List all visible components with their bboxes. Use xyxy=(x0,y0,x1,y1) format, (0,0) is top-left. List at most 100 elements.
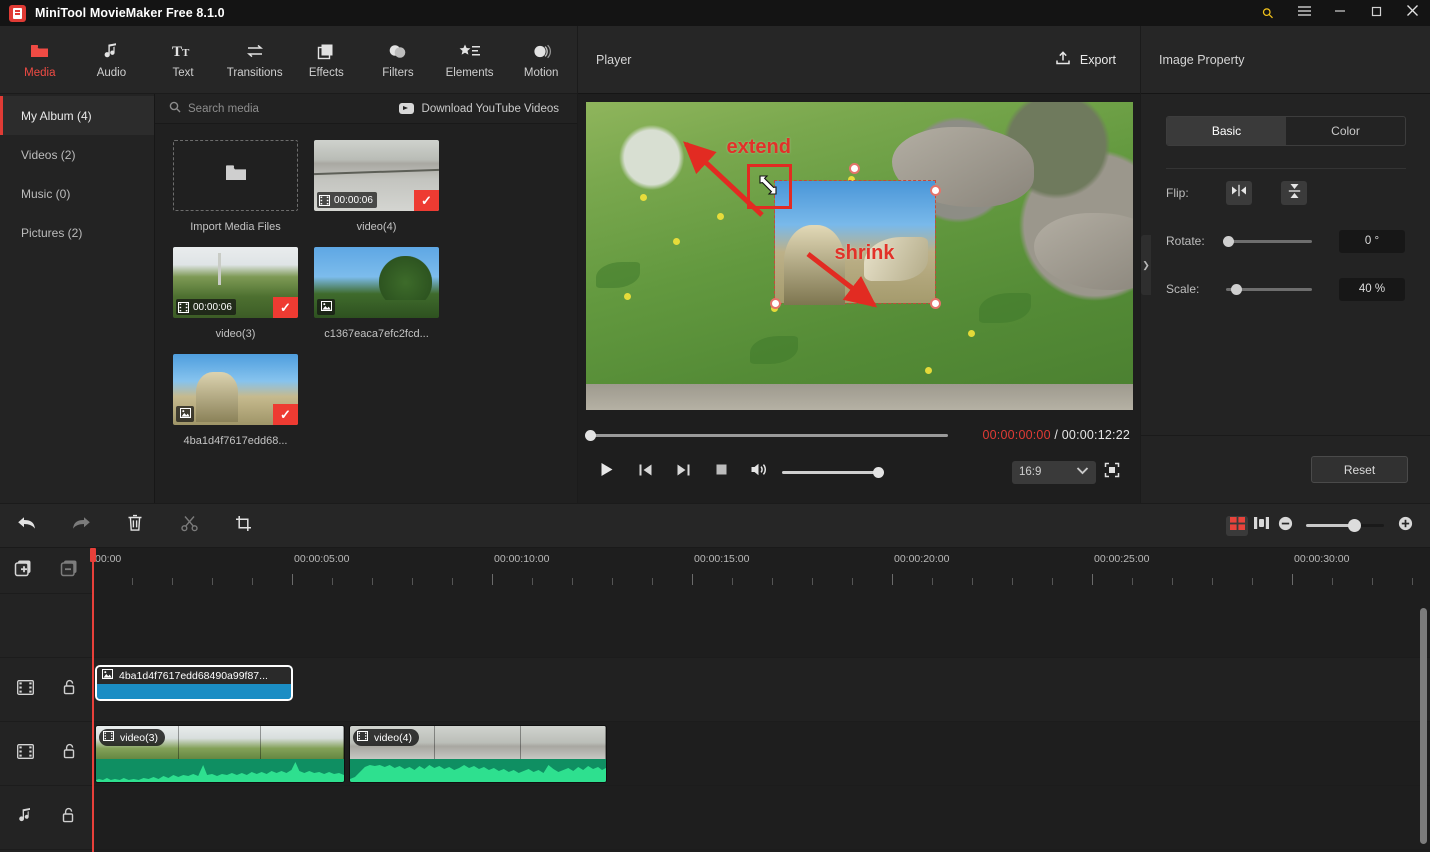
remove-track-icon[interactable] xyxy=(60,559,78,582)
panel-collapse-handle[interactable]: ❯ xyxy=(1141,235,1151,295)
timeline-ruler[interactable]: 00:00 00:00:05:00 00:00:10:00 00:00:15:0… xyxy=(92,548,1430,594)
reset-button[interactable]: Reset xyxy=(1311,456,1408,483)
rotate-slider[interactable] xyxy=(1223,235,1312,247)
volume-slider[interactable] xyxy=(782,466,884,478)
flip-vertical-button[interactable] xyxy=(1281,181,1307,205)
search-media-field[interactable]: Search media xyxy=(155,100,259,118)
unlock-icon[interactable] xyxy=(62,743,76,764)
playhead[interactable] xyxy=(90,548,96,852)
timeline: 00:00 00:00:05:00 00:00:10:00 00:00:15:0… xyxy=(0,548,1430,852)
tab-transitions[interactable]: Transitions xyxy=(219,29,291,91)
track-video[interactable]: video(3) video(4) xyxy=(92,722,1430,786)
scale-value-field[interactable]: 40 % xyxy=(1339,277,1405,301)
license-key-button[interactable]: ⚲ xyxy=(1250,0,1286,26)
undo-button[interactable] xyxy=(0,504,54,548)
decor-stone xyxy=(1034,212,1133,290)
selected-check-icon[interactable]: ✓ xyxy=(273,297,298,318)
tab-audio[interactable]: Audio xyxy=(76,29,148,91)
delete-button[interactable] xyxy=(108,504,162,548)
maximize-button[interactable] xyxy=(1358,0,1394,26)
clip-label-bar: 4ba1d4f7617edd68490a99f87... xyxy=(97,667,291,684)
media-toolbar: Search media Download YouTube Videos xyxy=(155,94,577,124)
zoom-in-button[interactable] xyxy=(1394,516,1416,536)
download-youtube-videos-button[interactable]: Download YouTube Videos xyxy=(398,103,559,115)
zoom-knob[interactable] xyxy=(1348,519,1361,532)
play-button[interactable] xyxy=(588,456,626,488)
main-menu-button[interactable] xyxy=(1286,0,1322,26)
resize-handle-bottom-left[interactable] xyxy=(769,298,781,309)
add-track-icon[interactable] xyxy=(14,559,32,582)
scale-slider[interactable] xyxy=(1226,283,1312,295)
volume-button[interactable] xyxy=(740,456,778,488)
tab-basic[interactable]: Basic xyxy=(1167,117,1286,145)
decor-flower xyxy=(968,329,976,337)
import-media-files-button[interactable] xyxy=(173,140,298,211)
media-category-music[interactable]: Music (0) xyxy=(0,174,154,213)
tab-text[interactable]: TT Text xyxy=(147,29,219,91)
stop-button[interactable] xyxy=(702,456,740,488)
volume-knob[interactable] xyxy=(873,466,884,478)
minimize-button[interactable] xyxy=(1322,0,1358,26)
redo-button[interactable] xyxy=(54,504,108,548)
split-view-button[interactable] xyxy=(1250,516,1272,536)
tab-filters[interactable]: Filters xyxy=(362,29,434,91)
duration-badge: 00:00:06 xyxy=(317,192,377,208)
ruler-major-tick xyxy=(292,574,293,585)
next-frame-button[interactable] xyxy=(664,456,702,488)
tab-color[interactable]: Color xyxy=(1286,117,1405,145)
zoom-out-button[interactable] xyxy=(1274,516,1296,536)
rotate-value-field[interactable]: 0 ° xyxy=(1339,229,1405,253)
crop-button[interactable] xyxy=(216,504,270,548)
unlock-icon[interactable] xyxy=(62,679,76,700)
rotate-row: Rotate: 0 ° xyxy=(1166,217,1405,265)
unlock-icon[interactable] xyxy=(61,807,75,828)
app-title: MiniTool MovieMaker Free 8.1.0 xyxy=(35,6,225,20)
preview-canvas[interactable]: extend shrink xyxy=(585,102,1133,410)
seek-slider[interactable] xyxy=(585,429,948,441)
seek-knob[interactable] xyxy=(585,429,596,441)
duration-text: 00:00:06 xyxy=(334,194,373,206)
media-category-my-album[interactable]: My Album (4) xyxy=(0,96,154,135)
youtube-icon xyxy=(398,103,414,114)
storyboard-toggle-button[interactable] xyxy=(1226,515,1248,536)
aspect-ratio-select[interactable]: 16:9 xyxy=(1012,460,1096,484)
timeline-vertical-scrollbar[interactable] xyxy=(1420,608,1427,844)
ruler-minor-tick xyxy=(1052,578,1053,585)
split-view-icon xyxy=(1253,516,1269,535)
track-audio[interactable] xyxy=(92,786,1430,850)
title-bar: MiniTool MovieMaker Free 8.1.0 ⚲ xyxy=(0,0,1430,26)
effects-icon xyxy=(317,40,335,62)
tab-effects[interactable]: Effects xyxy=(291,29,363,91)
flip-horizontal-button[interactable] xyxy=(1226,181,1252,205)
previous-frame-button[interactable] xyxy=(626,456,664,488)
player-title: Player xyxy=(596,52,632,67)
rotate-knob[interactable] xyxy=(1223,235,1234,247)
resize-handle-top-right[interactable] xyxy=(929,185,941,196)
media-thumbnail-image-c1367[interactable] xyxy=(314,247,439,318)
fullscreen-button[interactable] xyxy=(1096,456,1128,488)
media-thumbnail-video3[interactable]: 00:00:06 ✓ xyxy=(173,247,298,318)
timeline-clip-image[interactable]: 4ba1d4f7617edd68490a99f87... xyxy=(95,665,293,701)
media-thumbnail-image-4ba1d[interactable]: ✓ xyxy=(173,354,298,425)
close-button[interactable] xyxy=(1394,0,1430,26)
media-thumbnail-video4[interactable]: 00:00:06 ✓ xyxy=(314,140,439,211)
media-panel: My Album (4) Videos (2) Music (0) Pictur… xyxy=(0,94,577,503)
track-picture[interactable]: 4ba1d4f7617edd68490a99f87... xyxy=(92,658,1430,722)
resize-handle-bottom-right[interactable] xyxy=(929,298,941,309)
decor-leaf xyxy=(979,292,1032,323)
selected-check-icon[interactable]: ✓ xyxy=(414,190,439,211)
selected-check-icon[interactable]: ✓ xyxy=(273,404,298,425)
resize-handle-top[interactable] xyxy=(848,163,860,174)
timeline-clip-video4[interactable]: video(4) xyxy=(349,725,607,783)
timeline-clip-video3[interactable]: video(3) xyxy=(95,725,345,783)
tab-media[interactable]: Media xyxy=(4,29,76,91)
export-button[interactable]: Export xyxy=(1047,44,1124,75)
timeline-zoom-slider[interactable] xyxy=(1306,519,1384,532)
tab-motion[interactable]: Motion xyxy=(505,29,577,91)
tab-elements[interactable]: Elements xyxy=(434,29,506,91)
media-category-videos[interactable]: Videos (2) xyxy=(0,135,154,174)
track-empty[interactable] xyxy=(92,594,1430,658)
media-category-pictures[interactable]: Pictures (2) xyxy=(0,213,154,252)
split-button[interactable] xyxy=(162,504,216,548)
scale-knob[interactable] xyxy=(1231,283,1242,295)
